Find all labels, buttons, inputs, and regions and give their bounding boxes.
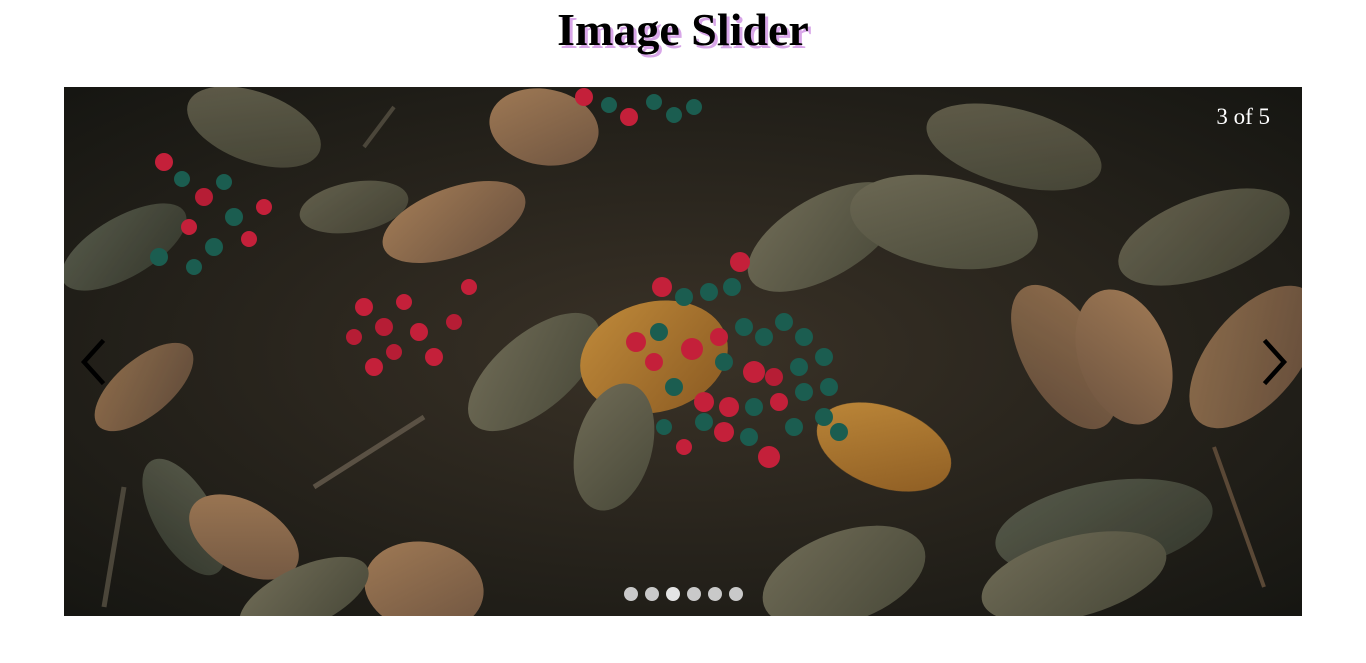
slide-image <box>64 87 1302 616</box>
slide-dot-2[interactable] <box>645 587 659 601</box>
image-slider: 3 of 5 <box>64 87 1302 616</box>
slide-indicators <box>624 587 743 601</box>
page-title: Image Slider <box>557 4 809 55</box>
slide-counter: 3 of 5 <box>1216 104 1270 129</box>
slide-dot-4[interactable] <box>687 587 701 601</box>
slide-dot-5[interactable] <box>708 587 722 601</box>
chevron-right-icon <box>1262 338 1288 386</box>
prev-slide-button[interactable] <box>76 332 116 392</box>
slide-dot-6[interactable] <box>729 587 743 601</box>
next-slide-button[interactable] <box>1256 332 1296 392</box>
chevron-left-icon <box>80 338 106 386</box>
slide-dot-1[interactable] <box>624 587 638 601</box>
slide-dot-3[interactable] <box>666 587 680 601</box>
